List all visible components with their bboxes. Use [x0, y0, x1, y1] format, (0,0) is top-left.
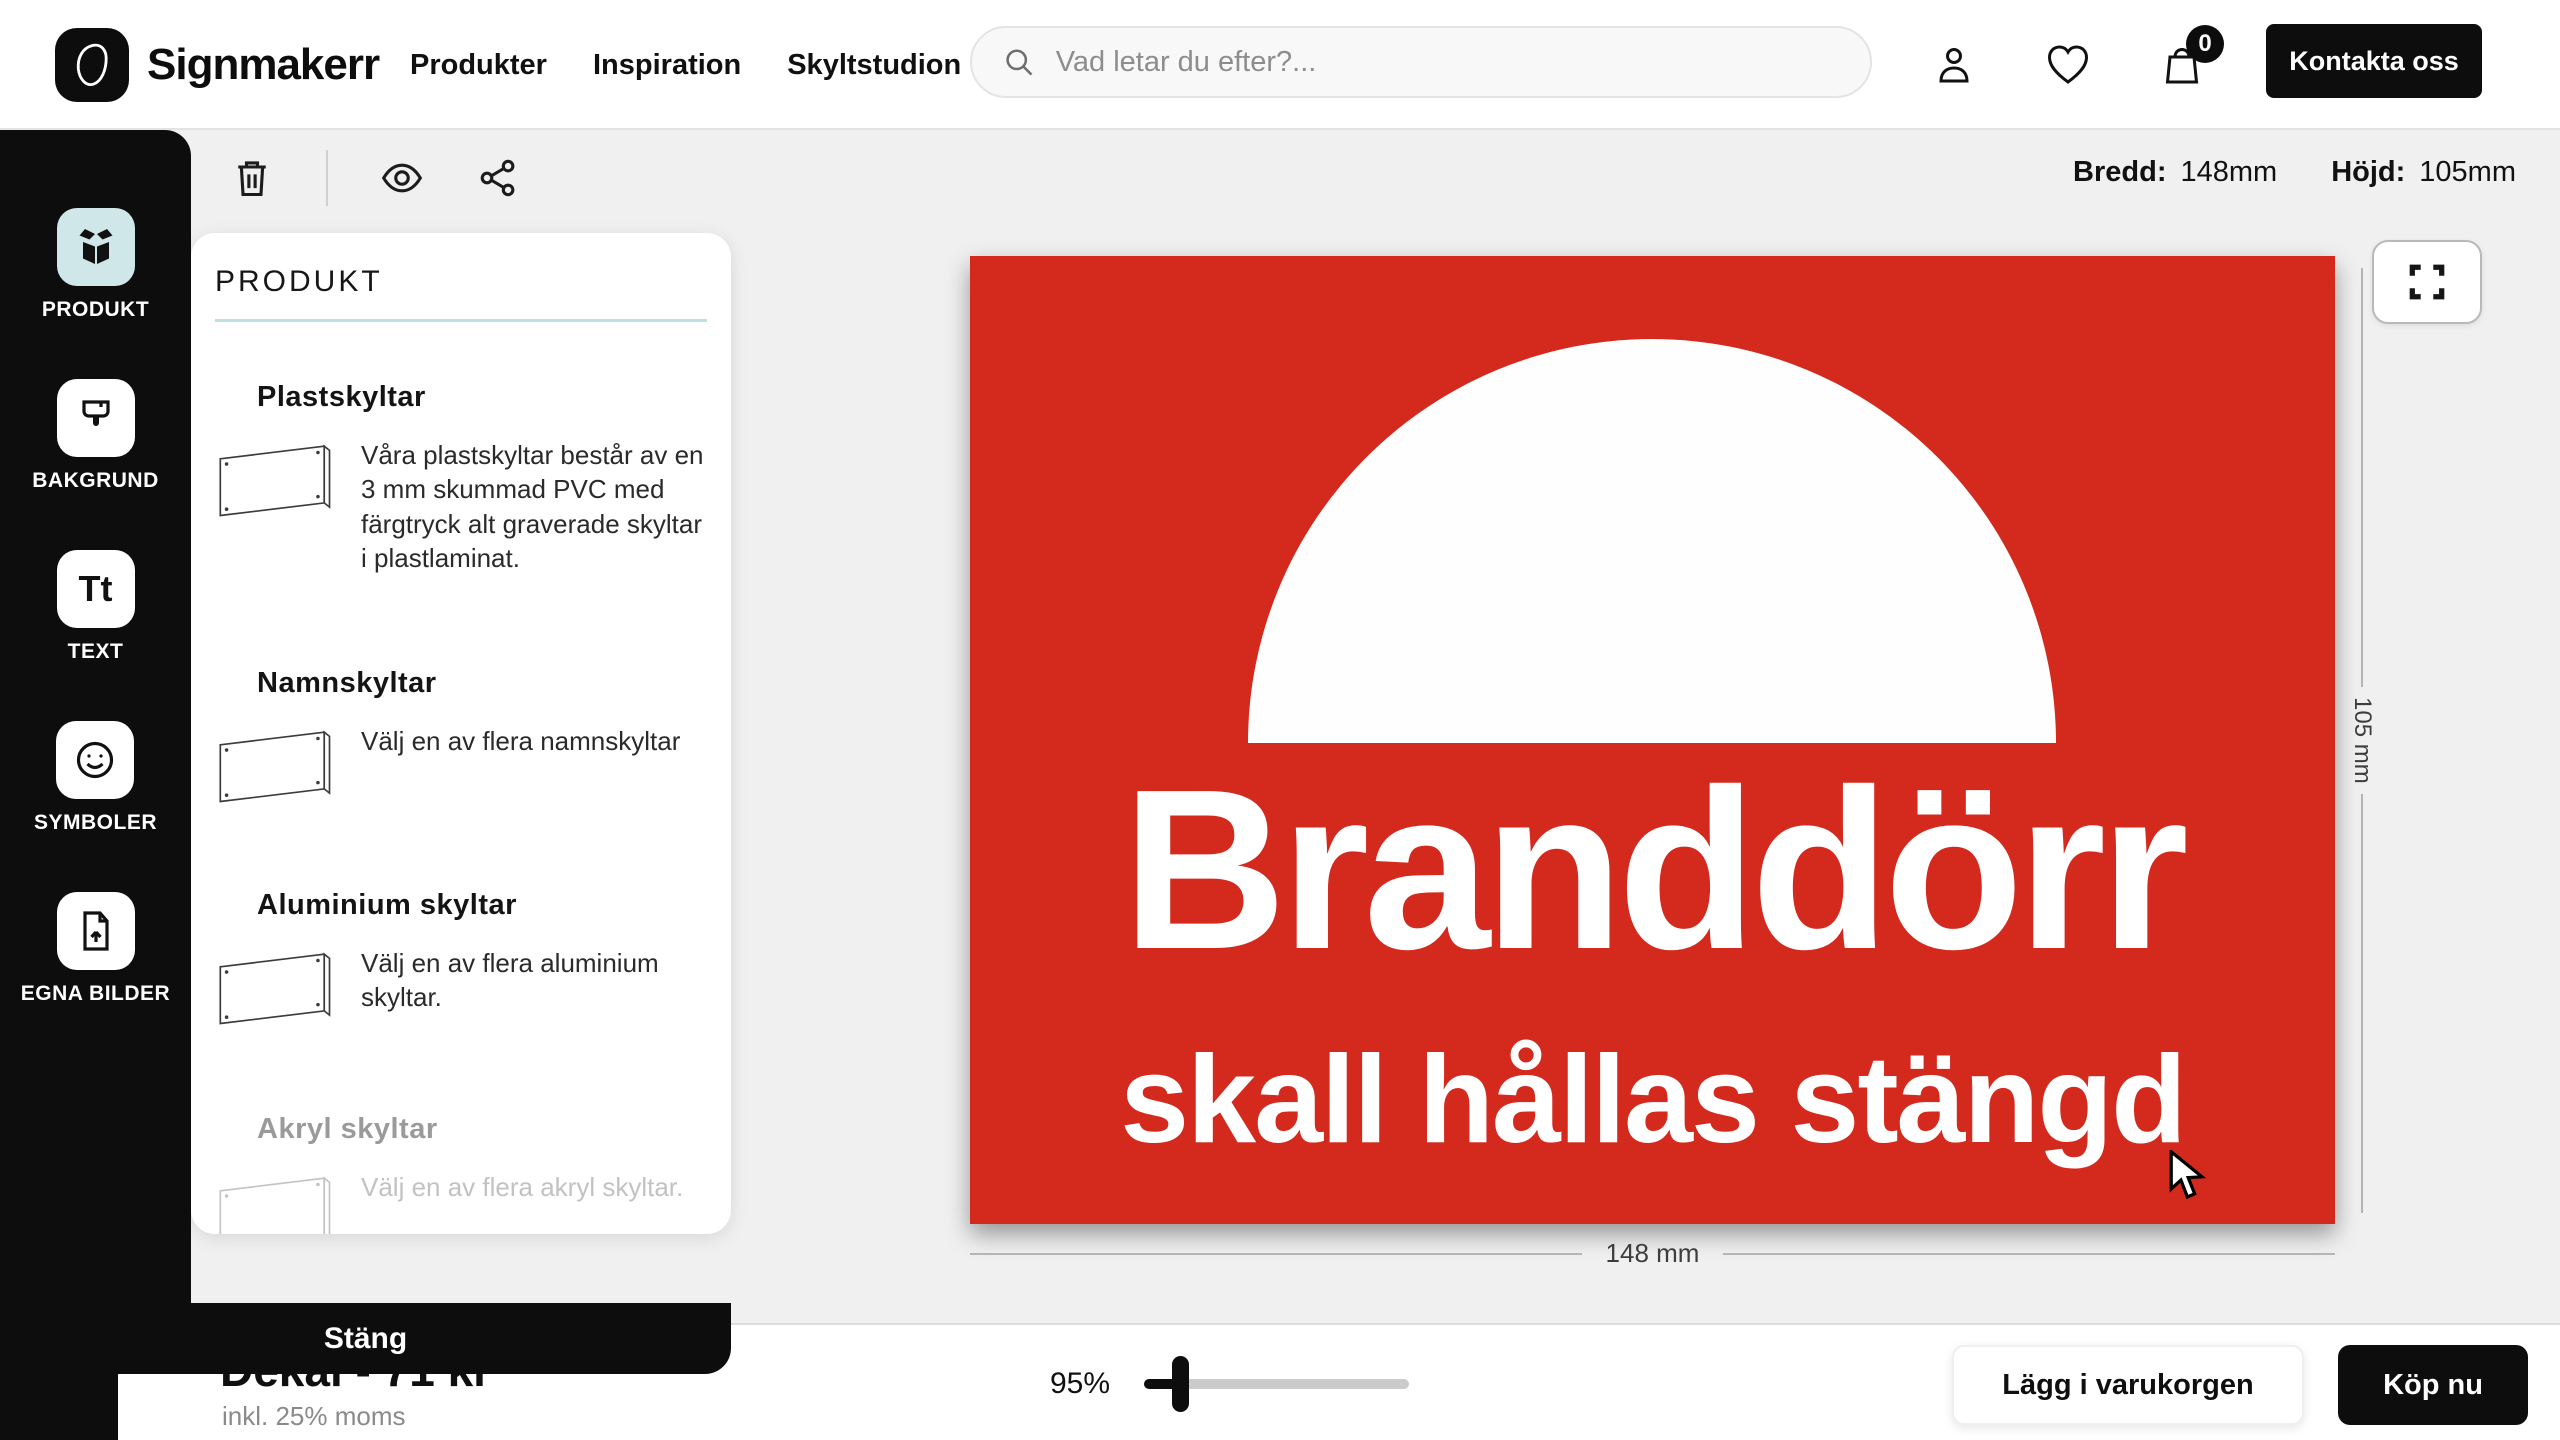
sign-plate-thumbnail: [215, 946, 339, 1039]
cart-count-badge: 0: [2186, 25, 2224, 63]
dimension-line-segment: [970, 1253, 1582, 1255]
brand-name: Signmakerr: [147, 40, 379, 90]
close-panel-button[interactable]: Stäng: [0, 1303, 731, 1374]
zoom-slider-thumb[interactable]: [1172, 1356, 1189, 1412]
fullscreen-icon: [2406, 261, 2448, 303]
sidebar-item-produkt[interactable]: PRODUKT: [42, 208, 149, 322]
dimension-line-segment: [2361, 268, 2363, 687]
sign-plate-thumbnail: [215, 438, 339, 575]
account-icon[interactable]: [1930, 41, 1978, 89]
brand-logo[interactable]: Signmakerr: [55, 28, 379, 102]
share-icon[interactable]: [476, 156, 520, 200]
sidebar-item-egna-bilder[interactable]: EGNA BILDER: [21, 892, 170, 1006]
height-value: 105mm: [2419, 156, 2516, 188]
logo-mark: [55, 28, 129, 102]
file-upload-icon: [57, 892, 135, 970]
width-dimension-label: 148 mm: [1606, 1238, 1700, 1269]
text-Tt-icon: Tt: [57, 550, 135, 628]
delete-trash-icon[interactable]: [230, 156, 274, 200]
sign-artboard[interactable]: Branddörr skall hållas stängd: [970, 256, 2335, 1224]
sidebar-item-bakgrund[interactable]: BAKGRUND: [32, 379, 159, 493]
buy-now-button[interactable]: Köp nu: [2338, 1345, 2528, 1425]
main-nav: Produkter Inspiration Skyltstudion: [410, 0, 961, 130]
width-dimension-line: 148 mm: [970, 1238, 2335, 1269]
dimension-line-segment: [1723, 1253, 2335, 1255]
product-section-aluminium[interactable]: Aluminium skyltar Välj en av flera alumi…: [215, 889, 707, 1039]
smiley-icon: [56, 721, 134, 799]
favorites-heart-icon[interactable]: [2044, 41, 2092, 89]
contact-button[interactable]: Kontakta oss: [2266, 24, 2482, 98]
sign-text-line1[interactable]: Branddörr: [970, 756, 2335, 984]
search-input[interactable]: [1056, 46, 1840, 79]
zoom-slider[interactable]: [1144, 1379, 1409, 1389]
header-icons: 0: [1930, 0, 2206, 130]
vat-note: inkl. 25% moms: [222, 1401, 406, 1432]
fullscreen-button[interactable]: [2372, 240, 2482, 324]
tool-rail: PRODUKT BAKGRUND Tt TEXT: [0, 130, 191, 1303]
sidebar-item-symboler[interactable]: SYMBOLER: [34, 721, 157, 835]
preview-eye-icon[interactable]: [380, 156, 424, 200]
paint-brush-icon: [57, 379, 135, 457]
zoom-control: 95%: [1050, 1325, 1409, 1440]
height-dimension-label: 105 mm: [2348, 697, 2376, 784]
sign-plate-thumbnail: [215, 1170, 339, 1234]
add-to-cart-button[interactable]: Lägg i varukorgen: [1952, 1345, 2304, 1425]
toolbar-divider: [326, 150, 328, 206]
panel-title-underline: [215, 319, 707, 322]
height-label: Höjd:: [2331, 156, 2405, 188]
search-bar: [970, 26, 1872, 98]
sign-text-line2[interactable]: skall hållas stängd: [970, 1038, 2335, 1162]
width-label: Bredd:: [2073, 156, 2166, 188]
panel-title: PRODUKT: [215, 265, 383, 299]
sidebar-item-text[interactable]: Tt TEXT: [57, 550, 135, 664]
dimension-line-segment: [2361, 794, 2363, 1213]
width-value: 148mm: [2181, 156, 2278, 188]
height-dimension-line: 105 mm: [2342, 268, 2382, 1213]
header: Signmakerr Produkter Inspiration Skyltst…: [0, 0, 2560, 130]
pebble-logo-icon: [69, 41, 115, 89]
sign-dome-shape: [1248, 339, 2056, 743]
nav-inspiration[interactable]: Inspiration: [593, 49, 741, 82]
cart-icon[interactable]: 0: [2158, 41, 2206, 89]
open-box-icon: [57, 208, 135, 286]
product-section-akryl[interactable]: Akryl skyltar Välj en av flera akryl sky…: [215, 1113, 707, 1234]
sign-plate-thumbnail: [215, 724, 339, 817]
product-section-namnskyltar[interactable]: Namnskyltar Välj en av flera namnskyltar: [215, 667, 707, 817]
nav-produkter[interactable]: Produkter: [410, 49, 547, 82]
edit-toolbar: [230, 150, 520, 206]
dimensions-readout: Bredd: 148mm Höjd: 105mm: [2073, 156, 2516, 189]
mouse-cursor: [2168, 1150, 2210, 1202]
product-panel: PRODUKT Plastskyltar Våra plastskyltar b…: [191, 233, 731, 1234]
zoom-percentage: 95%: [1050, 1367, 1110, 1401]
product-section-plastskyltar[interactable]: Plastskyltar Våra plastskyltar består av…: [215, 381, 707, 575]
search-icon: [1002, 44, 1036, 80]
nav-skyltstudion[interactable]: Skyltstudion: [787, 49, 961, 82]
